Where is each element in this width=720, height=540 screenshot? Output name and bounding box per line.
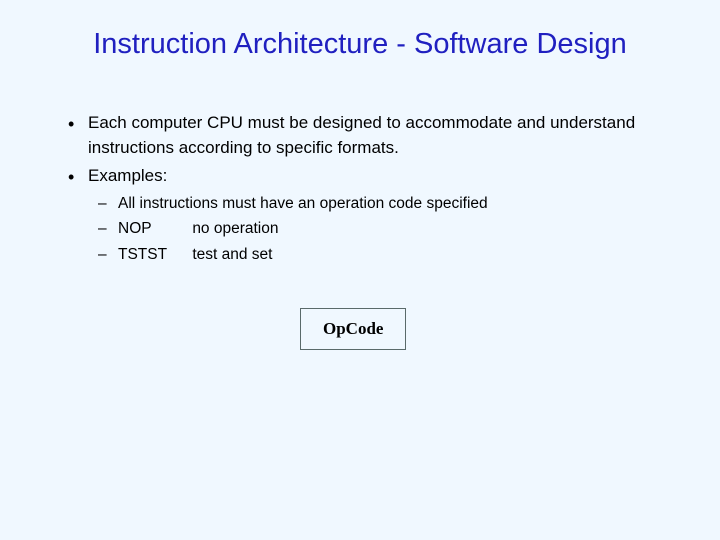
sub-bullet-item: TSTST test and set — [94, 244, 690, 266]
bullet-text: Examples: — [88, 166, 167, 185]
mnemonic-desc: test and set — [192, 246, 272, 263]
content-area: Each computer CPU must be designed to ac… — [30, 111, 690, 350]
mnemonic-desc: no operation — [192, 220, 278, 237]
mnemonic-code: NOP — [118, 218, 188, 240]
bullet-item: Each computer CPU must be designed to ac… — [60, 111, 690, 160]
opcode-box: OpCode — [300, 308, 406, 350]
mnemonic-code: TSTST — [118, 244, 188, 266]
sub-bullet-list: All instructions must have an operation … — [88, 193, 690, 266]
bullet-item: Examples: All instructions must have an … — [60, 164, 690, 266]
bullet-list: Each computer CPU must be designed to ac… — [60, 111, 690, 266]
sub-bullet-item: NOP no operation — [94, 218, 690, 240]
sub-bullet-item: All instructions must have an operation … — [94, 193, 690, 215]
slide-title: Instruction Architecture - Software Desi… — [30, 28, 690, 61]
slide: Instruction Architecture - Software Desi… — [0, 0, 720, 540]
